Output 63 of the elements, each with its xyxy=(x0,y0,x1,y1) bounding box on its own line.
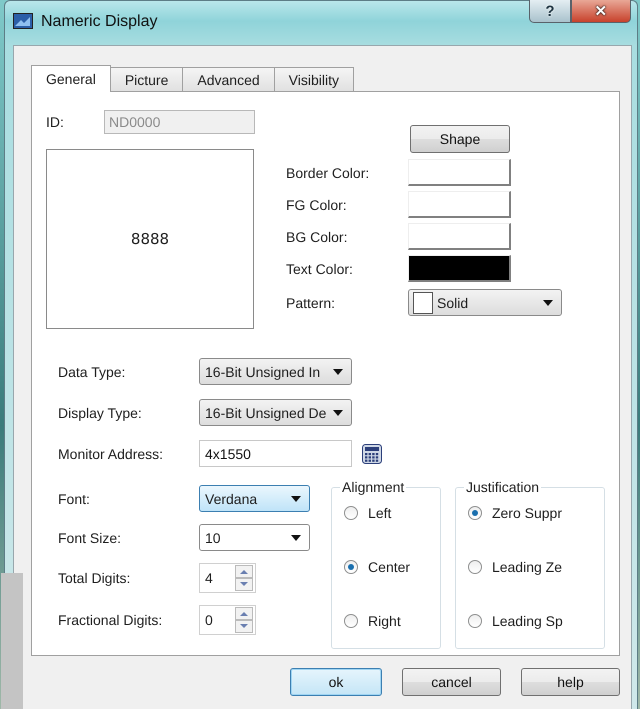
field-label: Display Type: xyxy=(58,404,143,420)
dialog-button[interactable]: help xyxy=(521,668,620,696)
number-spinner[interactable]: 0 xyxy=(199,605,256,635)
help-button[interactable]: ? xyxy=(529,0,571,23)
field-label: Monitor Address: xyxy=(58,446,164,462)
field-label: Font Size: xyxy=(58,530,122,546)
field-label: Font: xyxy=(58,490,91,506)
shape-button[interactable]: Shape xyxy=(410,125,510,153)
radio-label: Leading Ze xyxy=(492,559,562,575)
dropdown[interactable]: Verdana xyxy=(199,485,310,512)
radio-option[interactable]: Zero Suppr xyxy=(468,505,604,521)
field-label: Total Digits: xyxy=(58,570,132,586)
radio-icon[interactable] xyxy=(468,560,482,574)
radio-label: Center xyxy=(368,559,410,575)
number-spinner[interactable]: 4 xyxy=(199,563,256,593)
field-label: Fractional Digits: xyxy=(58,612,164,628)
field-label: Text Color: xyxy=(286,260,354,276)
group-title: Justification xyxy=(464,479,540,495)
radio-option[interactable]: Right xyxy=(344,613,440,629)
dialog-button[interactable]: ok xyxy=(290,668,382,696)
field-label: FG Color: xyxy=(286,196,348,212)
dropdown[interactable]: 16-Bit Unsigned De xyxy=(199,399,352,426)
window-icon xyxy=(13,13,33,29)
tab[interactable]: Visibility xyxy=(274,67,354,92)
radio-label: Leading Sp xyxy=(492,613,563,629)
field-label: Border Color: xyxy=(286,164,370,180)
radio-option[interactable]: Leading Ze xyxy=(468,559,604,575)
dropdown[interactable]: 10 xyxy=(199,524,310,551)
dropdown[interactable]: 16-Bit Unsigned In xyxy=(199,358,352,385)
field-label: BG Color: xyxy=(286,228,348,244)
radio-icon[interactable] xyxy=(468,614,482,628)
pattern-dropdown[interactable]: Solid xyxy=(408,289,562,316)
field-label: ID: xyxy=(46,114,65,130)
group-title: Alignment xyxy=(341,479,406,495)
field-label: Pattern: xyxy=(286,294,336,310)
color-swatch[interactable] xyxy=(408,159,511,186)
calculator-icon[interactable] xyxy=(362,444,382,464)
tab[interactable]: Picture xyxy=(110,67,184,92)
tab[interactable]: Advanced xyxy=(182,67,275,92)
caret-icon xyxy=(333,410,343,416)
caret-icon xyxy=(291,496,301,502)
window-title: Nameric Display xyxy=(41,13,158,31)
address-field[interactable]: 4x1550 xyxy=(199,440,352,467)
color-swatch[interactable] xyxy=(408,255,511,282)
radio-icon[interactable] xyxy=(344,560,358,574)
radio-label: Right xyxy=(368,613,401,629)
radio-icon[interactable] xyxy=(468,506,482,520)
radio-label: Left xyxy=(368,505,392,521)
radio-option[interactable]: Leading Sp xyxy=(468,613,604,629)
caret-icon xyxy=(291,534,301,540)
tab[interactable]: General xyxy=(31,65,111,92)
color-swatch[interactable] xyxy=(408,223,511,250)
field-label: Data Type: xyxy=(58,364,126,380)
caret-icon xyxy=(333,368,343,374)
dialog-button[interactable]: cancel xyxy=(402,668,501,696)
radio-icon[interactable] xyxy=(344,506,358,520)
radio-label: Zero Suppr xyxy=(492,505,562,521)
color-swatch[interactable] xyxy=(408,191,511,218)
preview-text: 8888 xyxy=(130,230,170,248)
radio-option[interactable]: Center xyxy=(344,559,440,575)
radio-option[interactable]: Left xyxy=(344,505,440,521)
caret-icon xyxy=(543,300,553,306)
radio-icon[interactable] xyxy=(344,614,358,628)
